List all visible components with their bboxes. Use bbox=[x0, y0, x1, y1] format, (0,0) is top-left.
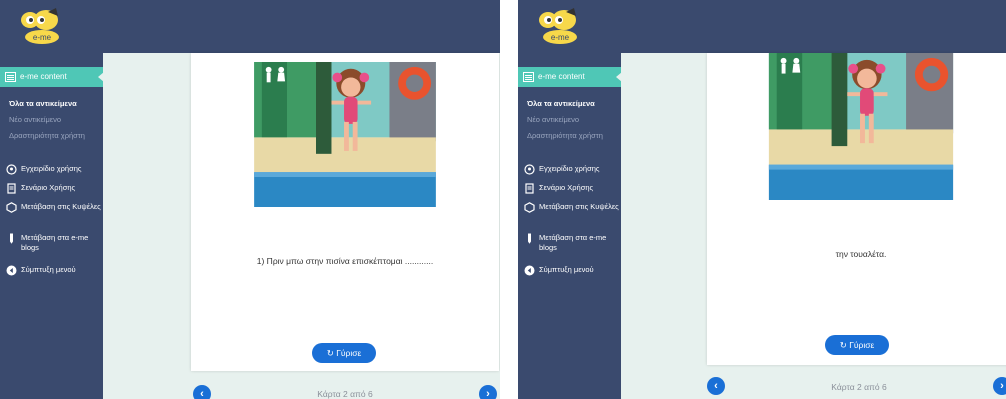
panel-left: e-me e-me content Όλα τα αντικείμενα Νέο… bbox=[0, 0, 500, 399]
flashcard-illustration bbox=[768, 53, 954, 200]
flashcard-illustration bbox=[254, 62, 436, 207]
svg-text:e-me: e-me bbox=[33, 33, 52, 42]
card-counter: Κάρτα 2 από 6 bbox=[317, 389, 373, 399]
sidebar-item-hives[interactable]: Μετάβαση στις Κυψέλες bbox=[523, 202, 621, 213]
sidebar-section-e-me-content[interactable]: e-me content bbox=[0, 67, 104, 87]
sidebar-item-manual[interactable]: Εγχειρίδιο χρήσης bbox=[523, 164, 621, 175]
sidebar-item-user-activity[interactable]: Δραστηριότητα χρήστη bbox=[527, 131, 617, 141]
top-bar: e-me bbox=[518, 0, 1006, 53]
sidebar-item-collapse[interactable]: Σύμπτυξη μενού bbox=[523, 265, 621, 276]
sidebar-item-collapse[interactable]: Σύμπτυξη μενού bbox=[5, 265, 103, 276]
hexagon-icon bbox=[524, 202, 535, 213]
sidebar: e-me content Όλα τα αντικείμενα Νέο αντι… bbox=[518, 53, 622, 399]
help-icon bbox=[6, 164, 17, 175]
pencil-icon bbox=[10, 233, 13, 244]
sidebar-item-scenario[interactable]: Σενάριο Χρήσης bbox=[523, 183, 621, 194]
e-me-logo[interactable]: e-me bbox=[12, 6, 70, 46]
svg-text:e-me: e-me bbox=[551, 33, 570, 42]
next-card-button[interactable]: › bbox=[479, 385, 497, 399]
sidebar: e-me content Όλα τα αντικείμενα Νέο αντι… bbox=[0, 53, 104, 399]
collapse-icon bbox=[6, 265, 17, 276]
pencil-icon bbox=[528, 233, 531, 244]
card-counter: Κάρτα 2 από 6 bbox=[831, 382, 887, 392]
sidebar-item-new-object[interactable]: Νέο αντικείμενο bbox=[9, 115, 99, 125]
sidebar-item-new-object[interactable]: Νέο αντικείμενο bbox=[527, 115, 617, 125]
main-area: την τουαλέτα. ↻ Γύρισε ‹ Κάρτα 2 από 6 › bbox=[621, 53, 1006, 399]
flashcard[interactable]: την τουαλέτα. ↻ Γύρισε bbox=[707, 53, 1006, 365]
document-icon bbox=[525, 183, 534, 194]
flashcard[interactable]: 1) Πριν μπω στην πισίνα επισκέπτομαι ...… bbox=[191, 53, 499, 371]
help-icon bbox=[524, 164, 535, 175]
sidebar-section-e-me-content[interactable]: e-me content bbox=[518, 67, 622, 87]
refresh-icon: ↻ bbox=[326, 348, 334, 358]
sidebar-item-hives[interactable]: Μετάβαση στις Κυψέλες bbox=[5, 202, 103, 213]
prev-card-button[interactable]: ‹ bbox=[707, 377, 725, 395]
content-icon bbox=[5, 72, 16, 82]
content-icon bbox=[523, 72, 534, 82]
main-area: 1) Πριν μπω στην πισίνα επισκέπτομαι ...… bbox=[103, 53, 500, 399]
sidebar-item-user-activity[interactable]: Δραστηριότητα χρήστη bbox=[9, 131, 99, 141]
flashcard-text: 1) Πριν μπω στην πισίνα επισκέπτομαι ...… bbox=[256, 256, 434, 266]
hexagon-icon bbox=[6, 202, 17, 213]
flip-button[interactable]: ↻ Γύρισε bbox=[312, 343, 376, 363]
sidebar-item-blogs[interactable]: Μετάβαση στα e-me blogs bbox=[523, 233, 621, 253]
panel-right: e-me e-me content Όλα τα αντικείμενα Νέο… bbox=[518, 0, 1006, 399]
sidebar-item-all-objects[interactable]: Όλα τα αντικείμενα bbox=[527, 99, 617, 109]
prev-card-button[interactable]: ‹ bbox=[193, 385, 211, 399]
collapse-icon bbox=[524, 265, 535, 276]
sidebar-item-all-objects[interactable]: Όλα τα αντικείμενα bbox=[9, 99, 99, 109]
stage: e-me e-me content Όλα τα αντικείμενα Νέο… bbox=[0, 0, 1006, 399]
sidebar-item-blogs[interactable]: Μετάβαση στα e-me blogs bbox=[5, 233, 103, 253]
sidebar-item-manual[interactable]: Εγχειρίδιο χρήσης bbox=[5, 164, 103, 175]
flashcard-text: την τουαλέτα. bbox=[835, 249, 887, 259]
sidebar-item-scenario[interactable]: Σενάριο Χρήσης bbox=[5, 183, 103, 194]
flip-button[interactable]: ↻ Γύρισε bbox=[825, 335, 889, 355]
top-bar: e-me bbox=[0, 0, 500, 53]
e-me-logo[interactable]: e-me bbox=[530, 6, 588, 46]
document-icon bbox=[7, 183, 16, 194]
refresh-icon: ↻ bbox=[839, 340, 847, 350]
next-card-button[interactable]: › bbox=[993, 377, 1006, 395]
